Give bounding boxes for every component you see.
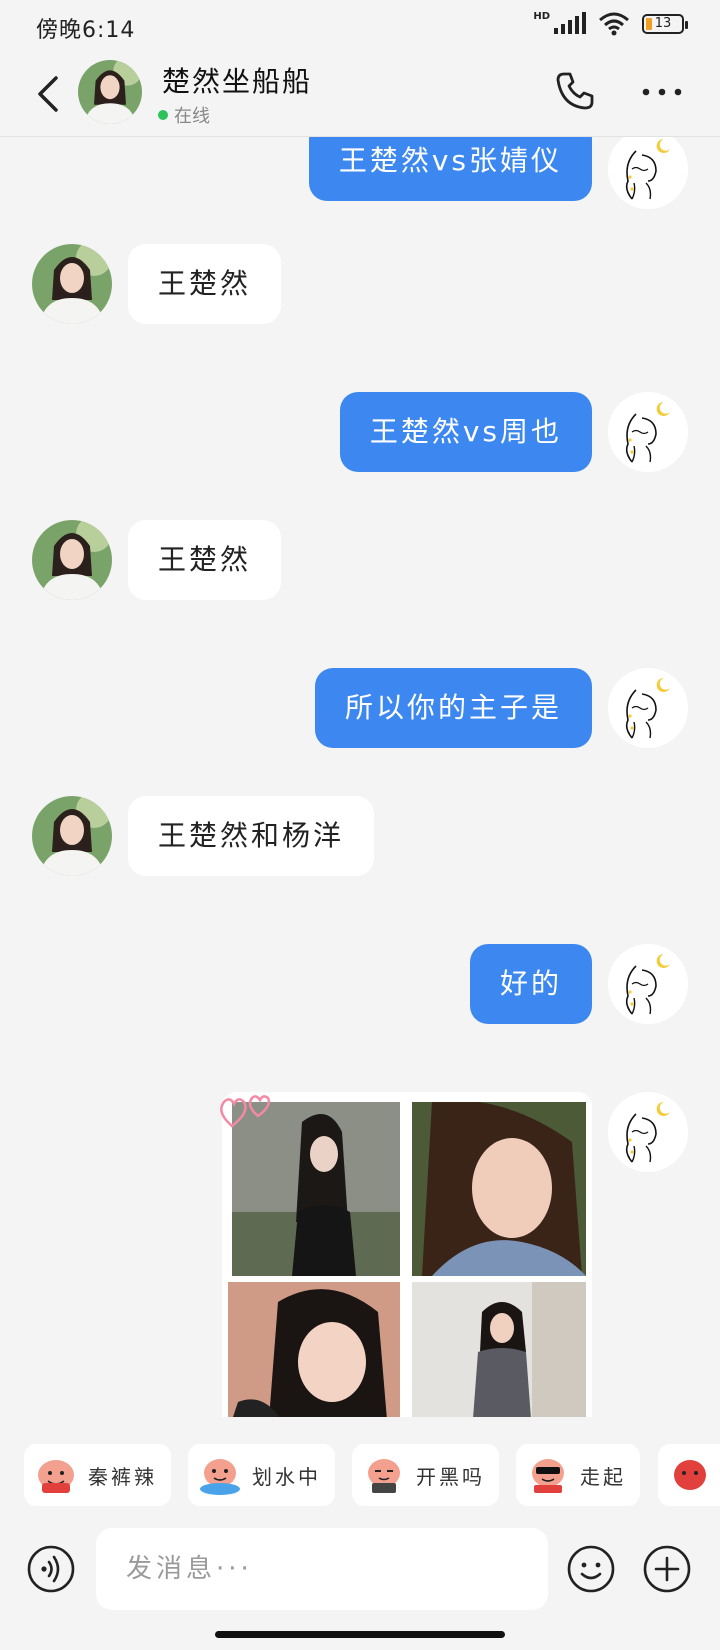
quick-sticker[interactable]: 划水中 bbox=[188, 1444, 335, 1506]
sketch-avatar-icon bbox=[608, 944, 688, 1024]
my-avatar[interactable] bbox=[608, 1092, 688, 1172]
home-indicator[interactable] bbox=[215, 1631, 505, 1638]
collage-photo-4[interactable] bbox=[412, 1282, 586, 1417]
message-input[interactable] bbox=[96, 1528, 548, 1610]
my-avatar[interactable] bbox=[608, 392, 688, 472]
phone-call-icon[interactable] bbox=[552, 68, 596, 112]
message-bubble-outgoing[interactable]: 王楚然vs张婧仪 bbox=[308, 137, 592, 201]
image-collage-message[interactable] bbox=[220, 1092, 592, 1417]
sketch-avatar-icon bbox=[608, 392, 688, 472]
message-bubble-incoming[interactable]: 王楚然 bbox=[128, 244, 282, 324]
message-bubble-outgoing[interactable]: 所以你的主子是 bbox=[314, 668, 592, 748]
status-icons: HD 13 bbox=[533, 10, 688, 36]
contact-name: 楚然坐船船 bbox=[162, 65, 313, 98]
signal-icon bbox=[554, 12, 586, 34]
portrait-photo-icon bbox=[32, 796, 112, 876]
quick-sticker[interactable]: 秦裤辣 bbox=[24, 1444, 171, 1506]
my-avatar[interactable] bbox=[608, 668, 688, 748]
chat-messages[interactable]: 王楚然vs张婧仪 王楚然 王楚然vs周也 王楚然 所以你的主子是 王楚然和杨洋 … bbox=[0, 137, 720, 1417]
quick-sticker-label: 划水中 bbox=[252, 1464, 321, 1489]
message-bubble-outgoing[interactable]: 好的 bbox=[469, 944, 592, 1024]
quick-sticker-label: 秦裤辣 bbox=[88, 1464, 157, 1489]
sketch-avatar-icon bbox=[608, 668, 688, 748]
emoji-icon[interactable] bbox=[566, 1544, 616, 1594]
sketch-avatar-icon bbox=[608, 1092, 688, 1172]
quick-sticker-partial[interactable] bbox=[658, 1444, 720, 1506]
online-dot-icon bbox=[158, 110, 168, 120]
status-bar: 傍晚6:14 HD 13 bbox=[0, 0, 720, 52]
more-options-icon[interactable] bbox=[640, 86, 684, 98]
quick-sticker-label: 走起 bbox=[580, 1464, 626, 1489]
wifi-icon bbox=[599, 12, 629, 36]
portrait-photo-icon bbox=[32, 520, 112, 600]
sticker-face-icon bbox=[38, 1460, 74, 1493]
sticker-face-icon bbox=[674, 1460, 706, 1490]
sticker-face-icon bbox=[368, 1459, 400, 1493]
quick-sticker-label: 开黑吗 bbox=[416, 1464, 485, 1489]
quick-sticker[interactable]: 走起 bbox=[516, 1444, 640, 1506]
sticker-face-icon bbox=[200, 1459, 240, 1495]
contact-avatar-message[interactable] bbox=[32, 520, 112, 600]
quick-sticker[interactable]: 开黑吗 bbox=[352, 1444, 499, 1506]
message-bubble-incoming[interactable]: 王楚然和杨洋 bbox=[128, 796, 375, 876]
message-composer bbox=[0, 1518, 720, 1650]
collage-photo-3[interactable] bbox=[228, 1282, 400, 1417]
voice-input-icon[interactable] bbox=[26, 1544, 76, 1594]
online-status: 在线 bbox=[158, 102, 210, 128]
my-avatar[interactable] bbox=[608, 137, 688, 209]
collage-photo-2[interactable] bbox=[412, 1102, 586, 1276]
quick-sticker-bar: 秦裤辣 划水中 开黑吗 走起 bbox=[0, 1418, 720, 1518]
status-time: 傍晚6:14 bbox=[36, 18, 136, 43]
contact-avatar[interactable] bbox=[78, 60, 142, 124]
online-status-label: 在线 bbox=[174, 106, 210, 127]
portrait-photo-icon bbox=[78, 60, 142, 124]
heart-sticker-icon bbox=[220, 1095, 271, 1128]
sketch-avatar-icon bbox=[608, 137, 688, 209]
portrait-photo-icon bbox=[32, 244, 112, 324]
sticker-face-icon bbox=[532, 1459, 564, 1493]
network-type: HD bbox=[533, 10, 550, 22]
contact-avatar-message[interactable] bbox=[32, 244, 112, 324]
chat-header: 楚然坐船船 在线 bbox=[0, 52, 720, 137]
battery-level: 13 bbox=[654, 16, 672, 31]
add-attachment-icon[interactable] bbox=[642, 1544, 692, 1594]
my-avatar[interactable] bbox=[608, 944, 688, 1024]
contact-avatar-message[interactable] bbox=[32, 796, 112, 876]
back-arrow-icon[interactable] bbox=[30, 72, 70, 116]
battery-icon: 13 bbox=[642, 14, 688, 34]
message-bubble-incoming[interactable]: 王楚然 bbox=[128, 520, 282, 600]
message-bubble-outgoing[interactable]: 王楚然vs周也 bbox=[339, 392, 592, 472]
